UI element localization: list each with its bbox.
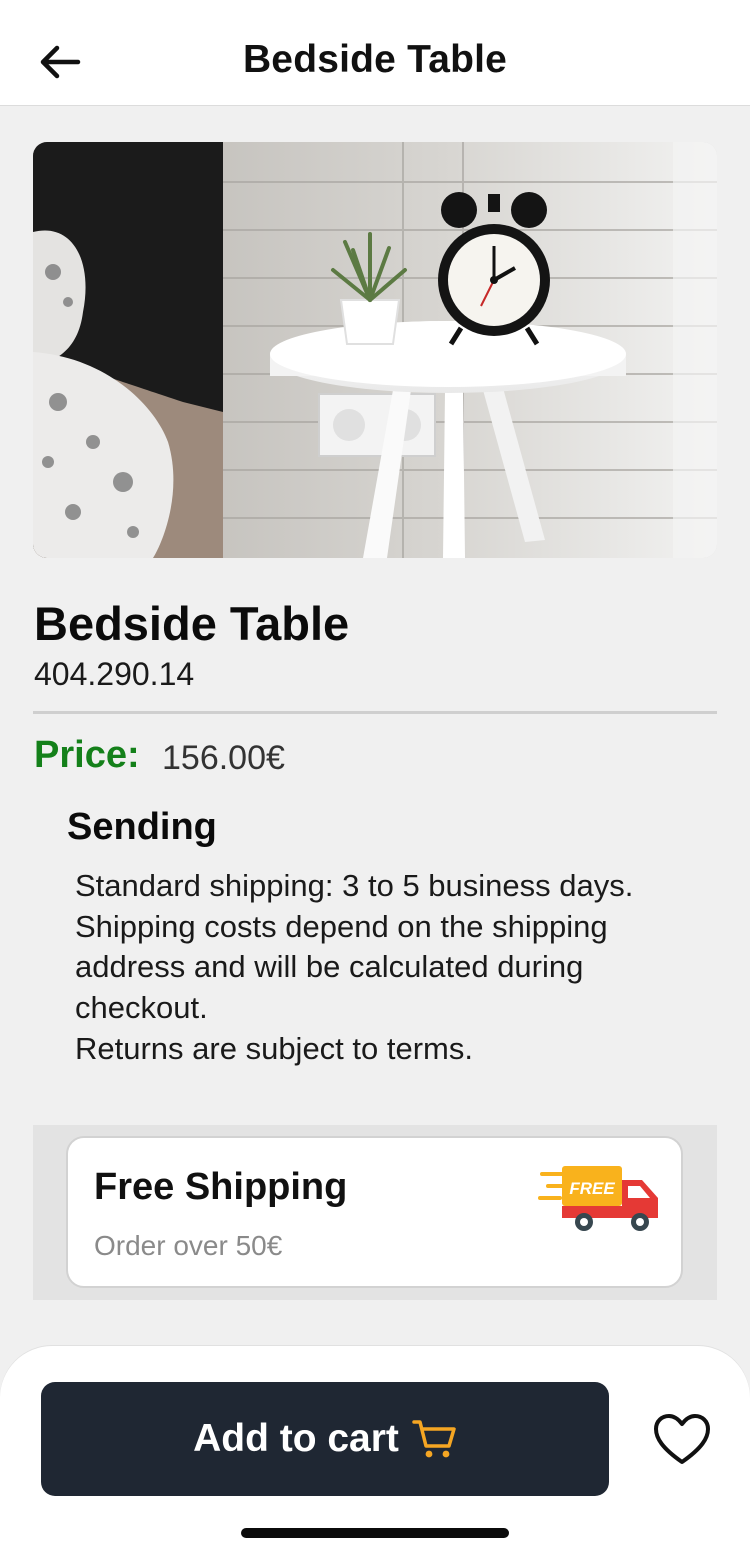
favorite-button[interactable] [652,1412,712,1468]
shipping-info: Standard shipping: 3 to 5 business days.… [75,866,685,1070]
price-label: Price: [34,734,140,776]
shipping-info-line: Standard shipping: 3 to 5 business days. [75,868,634,903]
promo-subtitle: Order over 50€ [94,1230,283,1261]
product-detail-screen: Bedside Table Bedside Table 404.290.14 P… [0,0,750,1554]
sending-heading: Sending [67,806,217,848]
free-shipping-card: Free Shipping Order over 50€ FREE [66,1136,683,1288]
add-to-cart-button[interactable]: Add to cart [41,1382,609,1496]
home-indicator [241,1528,509,1538]
heart-icon [654,1414,710,1464]
promo-title: Free Shipping [94,1166,348,1208]
truck-badge-text: FREE [569,1179,615,1198]
product-code: 404.290.14 [34,656,195,692]
top-nav-bar: Bedside Table [0,0,750,106]
shipping-info-line: Shipping costs depend on the shipping ad… [75,908,608,1026]
shipping-info-line: Returns are subject to terms. [75,1030,473,1066]
add-to-cart-label: Add to cart [193,1417,399,1460]
bottom-action-bar: Add to cart [0,1346,750,1554]
product-image [33,142,717,558]
divider [33,711,717,714]
product-name: Bedside Table [34,597,350,650]
price-value: 156.00€ [162,739,285,777]
page-title: Bedside Table [242,38,508,81]
shopping-cart-icon [412,1420,456,1458]
delivery-truck-icon: FREE [538,1166,658,1231]
